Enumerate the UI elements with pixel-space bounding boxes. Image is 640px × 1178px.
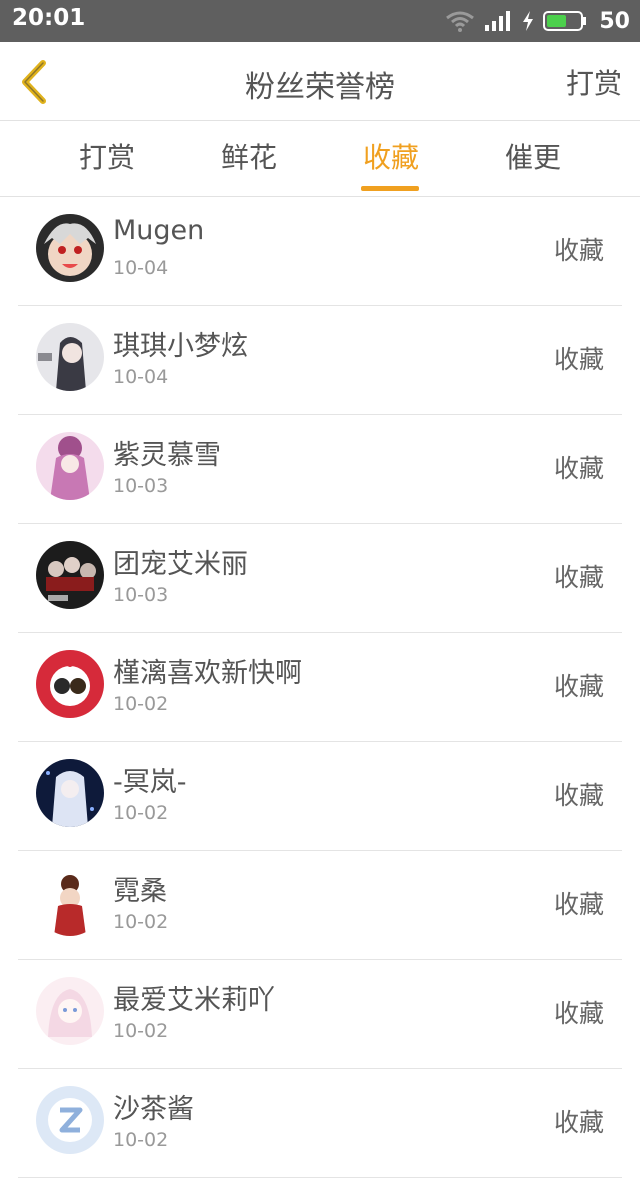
- list-item[interactable]: 团宠艾米丽 10-03 收藏: [18, 524, 622, 633]
- avatar[interactable]: [36, 868, 104, 936]
- status-bar: 20:01 50: [0, 0, 640, 42]
- fan-date: 10-03: [113, 584, 169, 606]
- list-item[interactable]: -冥岚- 10-02 收藏: [18, 742, 622, 851]
- list-item[interactable]: Mugen 10-04 收藏: [18, 197, 622, 306]
- fan-name: 沙茶酱: [113, 1094, 194, 1125]
- avatar[interactable]: [36, 977, 104, 1045]
- fan-action-label: 收藏: [553, 781, 604, 810]
- tab-label: 催更: [504, 141, 561, 174]
- battery-icon: [543, 11, 587, 31]
- tab-label: 鲜花: [220, 141, 277, 174]
- avatar[interactable]: [36, 1086, 104, 1154]
- tab-reward[interactable]: 打赏: [47, 121, 167, 196]
- fan-date: 10-04: [113, 257, 169, 279]
- list-item[interactable]: 槿漓喜欢新快啊 10-02 收藏: [18, 633, 622, 742]
- signal-icon: [485, 11, 511, 31]
- avatar[interactable]: [36, 214, 104, 282]
- fan-name: 槿漓喜欢新快啊: [113, 658, 302, 689]
- fan-date: 10-02: [113, 802, 169, 824]
- status-icons: 50: [445, 0, 630, 42]
- list-item[interactable]: 紫灵慕雪 10-03 收藏: [18, 415, 622, 524]
- fan-action-label: 收藏: [553, 1108, 604, 1137]
- page-title: 粉丝荣誉榜: [245, 70, 395, 105]
- wifi-icon: [446, 11, 475, 32]
- fan-date: 10-03: [113, 475, 169, 497]
- avatar[interactable]: [36, 323, 104, 391]
- fan-action-label: 收藏: [553, 999, 604, 1028]
- fan-name: 团宠艾米丽: [113, 549, 248, 580]
- tab-bar: 打赏 鲜花 收藏 催更: [0, 121, 640, 197]
- list-item[interactable]: 琪琪小梦炫 10-04 收藏: [18, 306, 622, 415]
- fan-date: 10-02: [113, 911, 169, 933]
- fan-date: 10-04: [113, 366, 169, 388]
- list-item[interactable]: 霓桑 10-02 收藏: [18, 851, 622, 960]
- fan-date: 10-02: [113, 1020, 169, 1042]
- list-item[interactable]: 沙茶酱 10-02 收藏: [18, 1069, 622, 1178]
- list-item[interactable]: 最爱艾米莉吖 10-02 收藏: [18, 960, 622, 1069]
- tab-favorites[interactable]: 收藏: [331, 121, 451, 196]
- fan-name: Mugen: [113, 215, 205, 246]
- tab-label: 打赏: [78, 141, 135, 174]
- fan-date: 10-02: [113, 693, 169, 715]
- tab-label: 收藏: [362, 141, 419, 174]
- fan-name: 琪琪小梦炫: [113, 331, 248, 362]
- fan-action-label: 收藏: [553, 890, 604, 919]
- charging-icon: [523, 11, 534, 31]
- fan-name: -冥岚-: [113, 767, 187, 798]
- avatar[interactable]: [36, 541, 104, 609]
- fan-date: 10-02: [113, 1129, 169, 1151]
- status-time: 20:01: [12, 5, 86, 31]
- fan-name: 最爱艾米莉吖: [113, 985, 275, 1016]
- fan-name: 紫灵慕雪: [113, 440, 221, 471]
- fan-action-label: 收藏: [553, 672, 604, 701]
- fan-action-label: 收藏: [553, 563, 604, 592]
- avatar[interactable]: [36, 432, 104, 500]
- avatar[interactable]: [36, 759, 104, 827]
- tab-urge-update[interactable]: 催更: [473, 121, 593, 196]
- active-tab-indicator: [361, 186, 419, 191]
- fan-name: 霓桑: [113, 876, 167, 907]
- app-header: 粉丝荣誉榜 打赏: [0, 42, 640, 121]
- fan-action-label: 收藏: [553, 454, 604, 483]
- avatar[interactable]: [36, 650, 104, 718]
- fan-action-label: 收藏: [553, 345, 604, 374]
- reward-button[interactable]: 打赏: [566, 62, 622, 102]
- tab-flowers[interactable]: 鲜花: [189, 121, 309, 196]
- battery-level: 50: [599, 8, 630, 34]
- fan-list: Mugen 10-04 收藏 琪琪小梦炫 10-04 收藏 紫灵慕雪 10-03…: [0, 197, 640, 1178]
- fan-action-label: 收藏: [553, 236, 604, 265]
